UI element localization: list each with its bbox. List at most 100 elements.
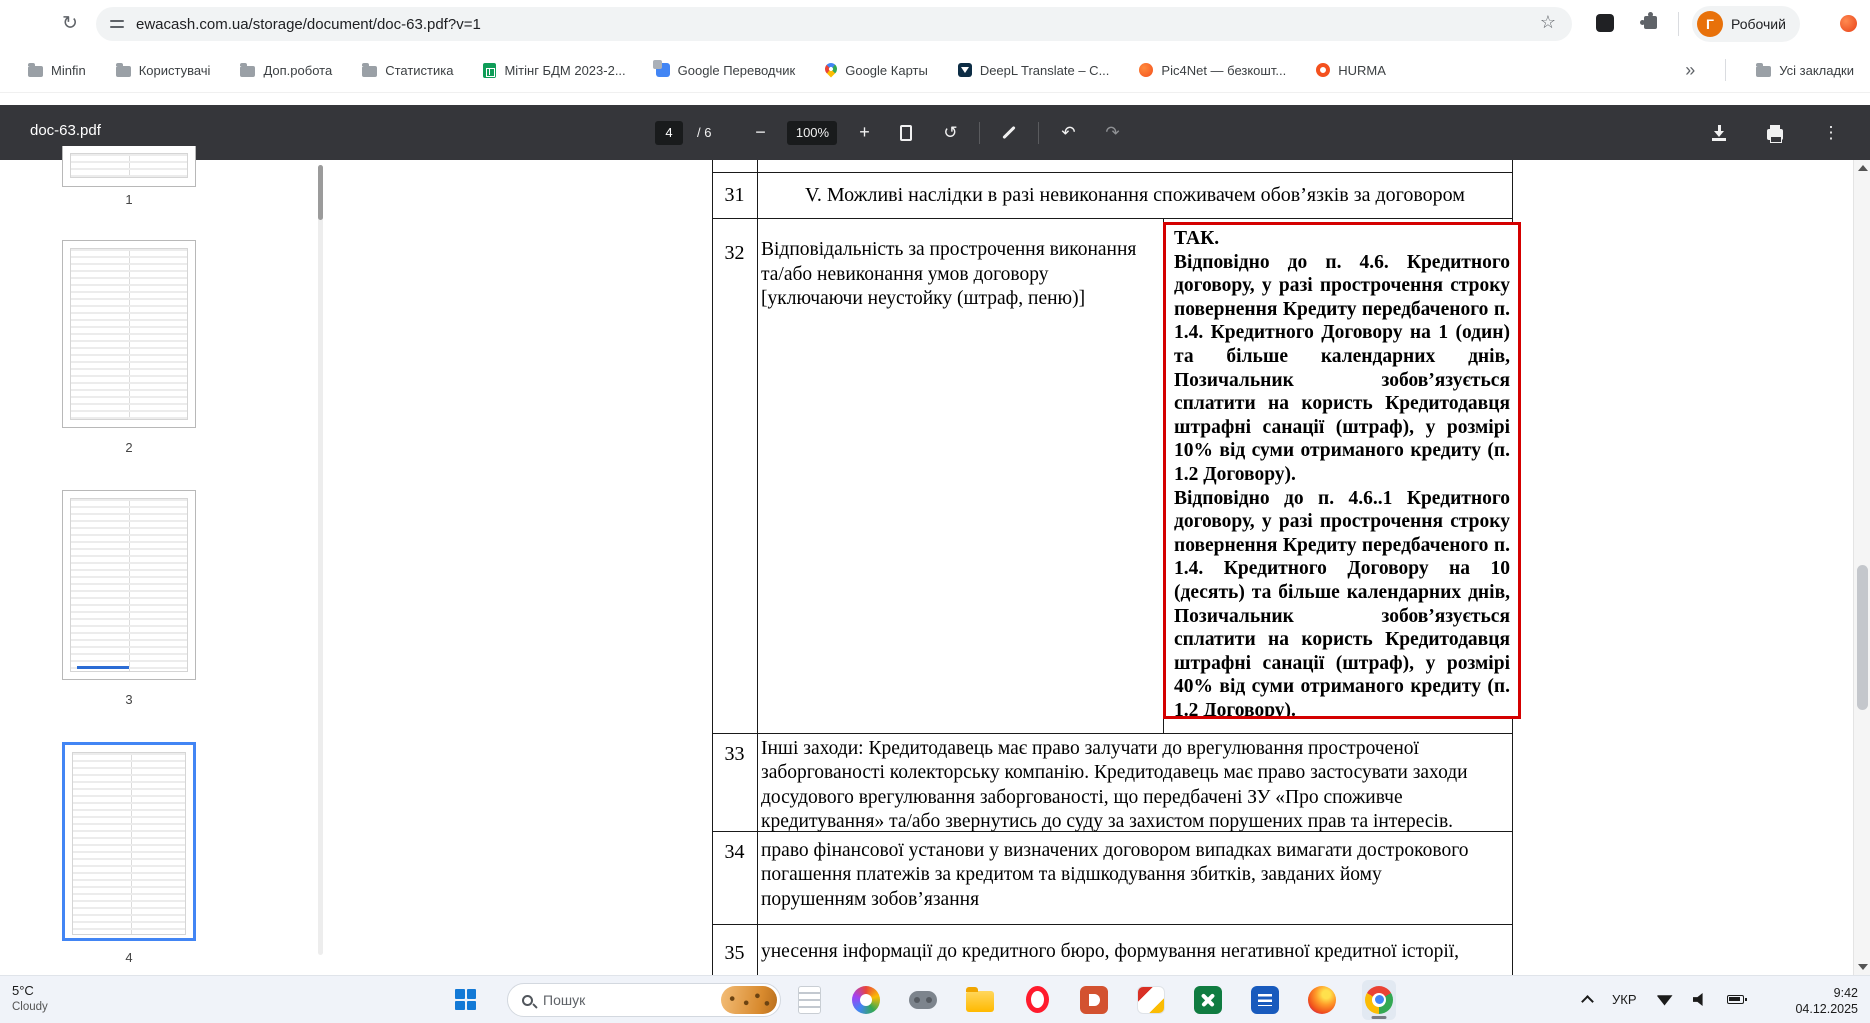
bookmark-pic4net[interactable]: Pic4Net — безкошт... — [1139, 63, 1286, 78]
thumbnail-preview — [70, 153, 188, 178]
folder-icon — [362, 66, 377, 77]
opera-app-icon[interactable] — [1020, 980, 1054, 1020]
thumbnail-page-4-selected[interactable] — [62, 742, 196, 941]
controller-app-icon[interactable] — [906, 980, 940, 1020]
extensions-icon[interactable] — [1644, 16, 1657, 29]
toolbar-divider — [979, 122, 980, 144]
thumbnail-page-2[interactable] — [62, 240, 196, 428]
thumbnail-page-3[interactable] — [62, 490, 196, 680]
thumbnail-scrollbar[interactable] — [318, 165, 323, 955]
photos-app-icon[interactable] — [849, 980, 883, 1020]
pdf-right-controls: ⋮ — [1704, 105, 1846, 160]
reload-icon[interactable]: ↻ — [58, 12, 82, 36]
page-count-label: / 6 — [697, 125, 711, 140]
download-button[interactable] — [1704, 118, 1734, 148]
print-button[interactable] — [1760, 118, 1790, 148]
notepad-app-icon[interactable] — [792, 980, 826, 1020]
battery-icon[interactable] — [1727, 995, 1744, 1004]
scroll-up-arrow[interactable] — [1858, 165, 1868, 171]
taskbar-search-box[interactable]: Пошук — [507, 983, 781, 1017]
bookmark-label: Pic4Net — безкошт... — [1161, 63, 1286, 78]
thumbnail-link-line — [77, 666, 129, 669]
deepl-icon — [958, 63, 972, 77]
bookmark-meeting-sheet[interactable]: Мітінг БДМ 2023-2... — [483, 63, 625, 78]
powerpoint-app-icon[interactable] — [1077, 980, 1111, 1020]
zoom-in-button[interactable]: + — [851, 120, 877, 146]
profile-chip[interactable]: Г Робочий — [1692, 6, 1800, 42]
row-34-text: право фінансової установи у визначених д… — [761, 839, 1508, 912]
redo-button[interactable]: ↷ — [1097, 118, 1127, 148]
row-number: 31 — [712, 184, 757, 207]
photos-icon — [852, 986, 880, 1014]
bookmark-folder-extra-work[interactable]: Доп.робота — [240, 63, 332, 78]
all-bookmarks-button[interactable]: Усі закладки — [1756, 63, 1854, 78]
table-border — [712, 924, 1513, 925]
row-32-left-text: Відповідальність за прострочення виконан… — [761, 238, 1161, 312]
bookmark-hurma[interactable]: HURMA — [1316, 63, 1386, 78]
excel-icon — [1194, 986, 1222, 1014]
row-number: 35 — [712, 942, 757, 965]
bookmark-label: Мітінг БДМ 2023-2... — [504, 63, 625, 78]
bookmark-google-translate[interactable]: Google Переводчик — [656, 63, 796, 78]
answer-paragraph-2: Відповідно до п. 4.6..1 Кредитного догов… — [1174, 487, 1510, 719]
table-border — [712, 218, 1513, 219]
more-options-button[interactable]: ⋮ — [1816, 118, 1846, 148]
bookmark-star-icon[interactable]: ☆ — [1540, 12, 1556, 33]
notepad-icon — [798, 986, 821, 1014]
address-bar[interactable]: ewacash.com.ua/storage/document/doc-63.p… — [96, 7, 1572, 41]
toolbar-divider — [1038, 122, 1039, 144]
taskbar-apps — [792, 976, 1396, 1023]
language-indicator[interactable]: УКР — [1612, 992, 1637, 1007]
excel-app-icon[interactable] — [1191, 980, 1225, 1020]
profile-avatar: Г — [1697, 11, 1723, 37]
row-number: 34 — [712, 841, 757, 864]
undo-button[interactable]: ↶ — [1053, 118, 1083, 148]
start-button[interactable] — [455, 989, 476, 1010]
firefox-app-icon[interactable] — [1305, 980, 1339, 1020]
vertical-scrollbar[interactable] — [1853, 160, 1870, 975]
annotate-button[interactable] — [994, 118, 1024, 148]
url-text[interactable]: ewacash.com.ua/storage/document/doc-63.p… — [136, 16, 481, 33]
file-explorer-app-icon[interactable] — [963, 980, 997, 1020]
wifi-icon[interactable] — [1657, 994, 1673, 1006]
chrome-app-icon-active[interactable] — [1362, 980, 1396, 1020]
bookmark-label: DeepL Translate – С... — [980, 63, 1110, 78]
pic4net-icon — [1139, 63, 1153, 77]
volume-icon[interactable] — [1693, 993, 1707, 1006]
profile-name: Робочий — [1731, 16, 1786, 32]
fit-page-button[interactable] — [891, 118, 921, 148]
pinned-extension-icon[interactable] — [1596, 14, 1614, 32]
mail-app-icon[interactable] — [1134, 980, 1168, 1020]
bookmark-folder-users[interactable]: Користувачі — [116, 63, 211, 78]
scroll-down-arrow[interactable] — [1858, 964, 1868, 970]
bookmark-folder-statistics[interactable]: Статистика — [362, 63, 453, 78]
pinned-extension-orange-icon[interactable] — [1840, 15, 1857, 32]
file-explorer-icon — [966, 991, 994, 1012]
tray-expand-chevron-icon[interactable] — [1581, 995, 1594, 1008]
thumbnail-preview — [70, 498, 188, 672]
bookmark-label: Google Карты — [845, 63, 928, 78]
bookmark-deepl[interactable]: DeepL Translate – С... — [958, 63, 1110, 78]
search-highlight-image — [721, 986, 777, 1014]
weather-widget[interactable]: 5°C Cloudy — [12, 982, 48, 1015]
zoom-out-button[interactable]: − — [747, 120, 773, 146]
bookmark-label: Google Переводчик — [678, 63, 796, 78]
thumbnail-page-1[interactable] — [62, 146, 196, 187]
thumbnail-label-4: 4 — [62, 950, 196, 965]
folder-icon — [1756, 66, 1771, 77]
search-placeholder: Пошук — [543, 992, 721, 1008]
document-table: 31 V. Можливі наслідки в разі невиконанн… — [712, 160, 1513, 975]
clock-widget[interactable]: 9:42 04.12.2025 — [1795, 985, 1858, 1018]
printer-icon — [1767, 129, 1783, 140]
thumbnail-scrollbar-thumb[interactable] — [318, 165, 323, 220]
bookmarks-overflow-chevron[interactable]: » — [1685, 60, 1695, 81]
word-app-icon[interactable] — [1248, 980, 1282, 1020]
site-settings-icon[interactable] — [110, 18, 124, 30]
zoom-level[interactable]: 100% — [787, 121, 837, 145]
rotate-button[interactable]: ↺ — [935, 118, 965, 148]
scrollbar-thumb[interactable] — [1857, 565, 1868, 710]
page-number-input[interactable]: 4 — [655, 121, 683, 145]
pdf-content-area: 1 2 3 4 31 — [0, 160, 1870, 975]
bookmark-folder-minfin[interactable]: Minfin — [28, 63, 86, 78]
bookmark-google-maps[interactable]: Google Карты — [825, 63, 928, 78]
